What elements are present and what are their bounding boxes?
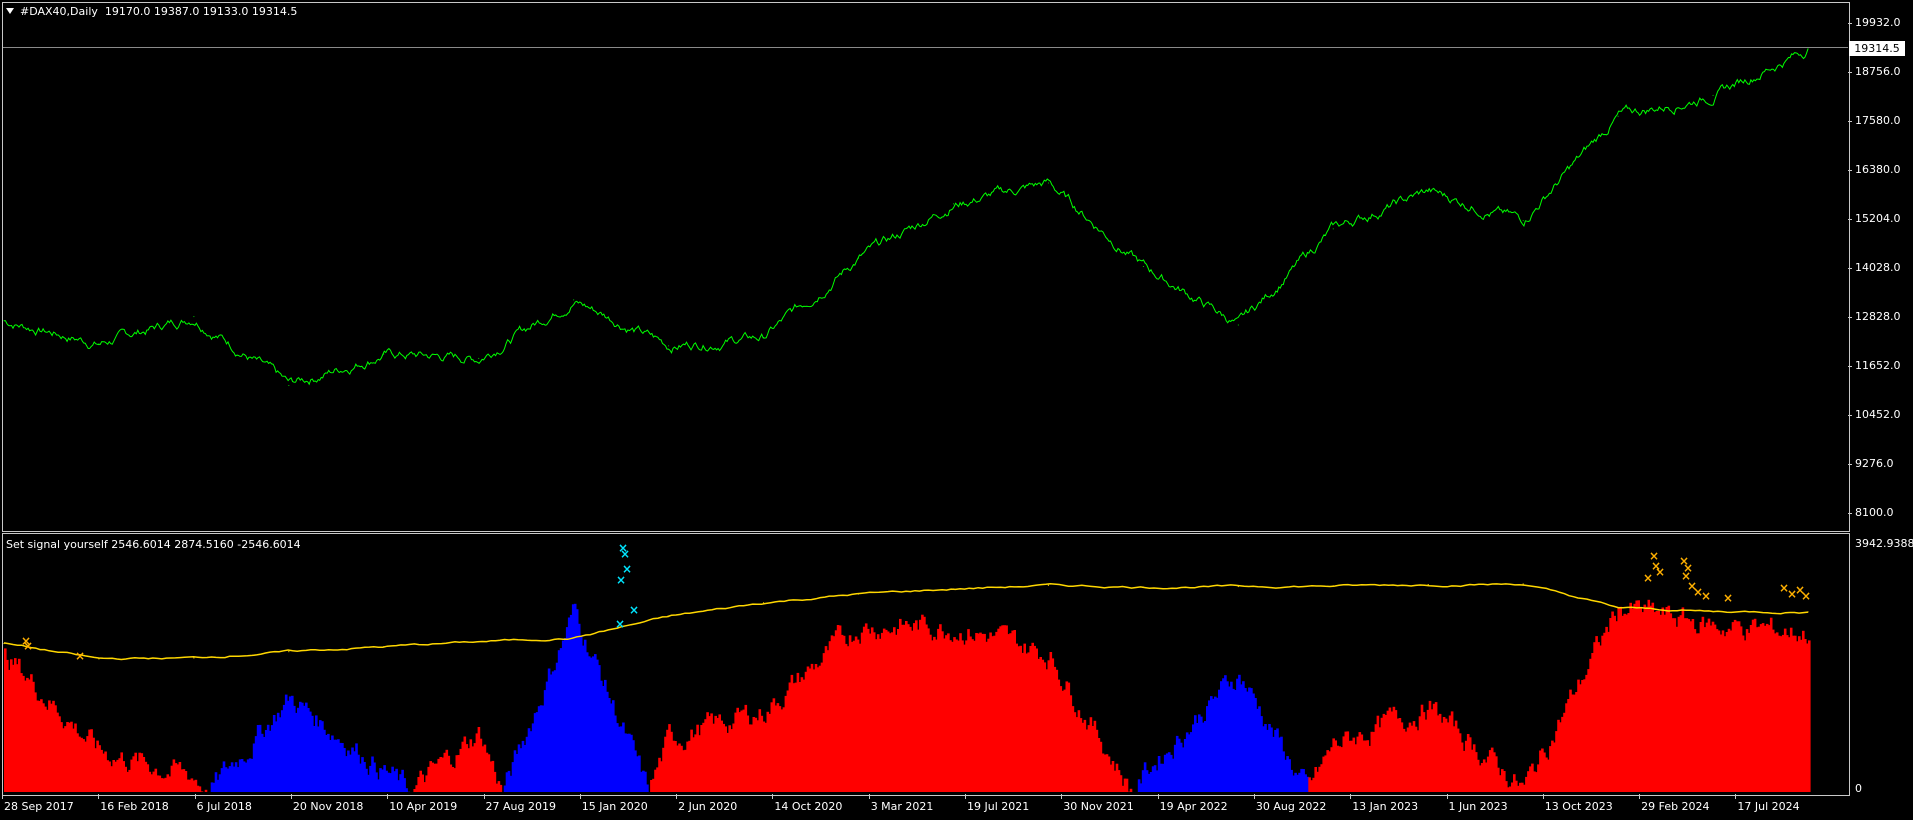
signal-cross-marker: ×	[616, 573, 626, 587]
signal-point	[668, 615, 670, 618]
indicator-bar	[1129, 788, 1133, 792]
signal-point	[383, 646, 385, 648]
indicator-bar	[646, 784, 649, 792]
signal-cross-marker: ×	[1643, 571, 1653, 585]
signal-point	[1237, 585, 1239, 588]
signal-point	[1807, 611, 1809, 613]
signal-cross-marker: ×	[1655, 565, 1665, 579]
signal-point	[1522, 583, 1524, 585]
signal-cross-marker: ×	[1701, 589, 1711, 603]
indicator-bar	[405, 788, 408, 792]
signal-cross-marker: ×	[629, 603, 639, 617]
signal-point	[1047, 584, 1050, 586]
signal-cross-marker: ×	[1801, 589, 1811, 603]
indicator-bar	[204, 789, 208, 792]
signal-point	[193, 657, 195, 659]
signal-cross-marker: ×	[1723, 591, 1733, 605]
signal-point	[573, 637, 575, 639]
signal-point	[478, 641, 480, 643]
signal-cross-marker: ×	[620, 547, 630, 561]
signal-point	[3, 642, 5, 645]
indicator-bar	[1808, 640, 1811, 792]
signal-point	[1427, 584, 1429, 586]
signal-point	[762, 602, 765, 604]
signal-cross-marker: ×	[23, 639, 33, 653]
indicator-bar	[499, 784, 503, 792]
signal-point	[857, 593, 860, 595]
indicator-bar	[200, 791, 204, 792]
signal-point	[1617, 607, 1619, 609]
signal-point	[952, 588, 955, 590]
signal-point	[1332, 585, 1334, 587]
signal-point	[288, 651, 290, 653]
indicator-histogram: ×××××××××××× ××××××× ×××××	[3, 541, 1811, 792]
signal-cross-marker: ×	[75, 649, 85, 663]
signal-point	[1142, 586, 1144, 588]
indicator-bar	[1125, 778, 1129, 792]
signal-cross-marker: ×	[615, 617, 625, 631]
signal-point	[1712, 610, 1714, 613]
indicator-bar	[198, 786, 202, 792]
signal-point	[98, 658, 100, 660]
